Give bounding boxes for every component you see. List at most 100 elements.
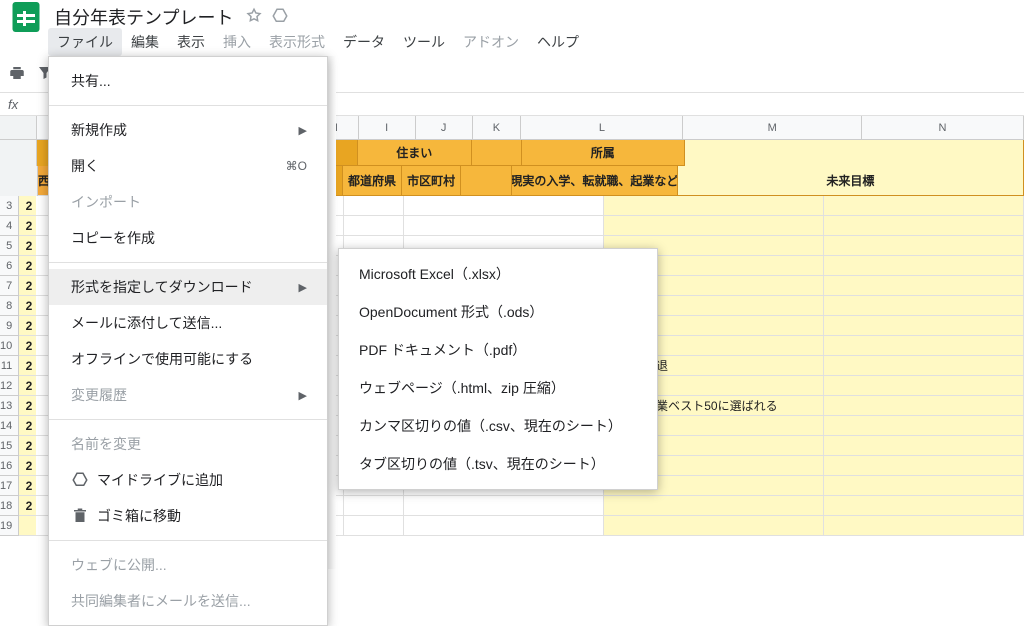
menu-insert[interactable]: 挿入	[214, 28, 260, 56]
cell[interactable]: 2	[19, 196, 36, 216]
menu-data[interactable]: データ	[334, 28, 394, 56]
cell[interactable]: 2	[19, 236, 36, 256]
cell[interactable]: 2	[19, 216, 36, 236]
row-head[interactable]: 18	[0, 496, 19, 516]
cell[interactable]	[404, 516, 604, 536]
cell[interactable]: 2	[19, 276, 36, 296]
menu-make-copy[interactable]: コピーを作成	[49, 220, 327, 256]
cell[interactable]: 2	[19, 356, 36, 376]
row-head[interactable]: 15	[0, 436, 19, 456]
cell[interactable]	[19, 516, 36, 536]
row-head[interactable]: 3	[0, 196, 19, 216]
cell[interactable]	[404, 196, 604, 216]
col-head-M[interactable]: M	[683, 116, 861, 139]
print-icon[interactable]	[8, 64, 26, 85]
cell[interactable]: 2	[19, 456, 36, 476]
download-pdf[interactable]: PDF ドキュメント（.pdf）	[339, 331, 657, 369]
menu-tools[interactable]: ツール	[394, 28, 454, 56]
cell[interactable]	[604, 516, 824, 536]
col-head-K[interactable]: K	[473, 116, 522, 139]
sheets-logo-icon[interactable]	[8, 0, 44, 35]
menu-addons[interactable]: アドオン	[454, 28, 528, 56]
menu-format[interactable]: 表示形式	[260, 28, 334, 56]
menu-add-to-drive[interactable]: マイドライブに追加	[49, 462, 327, 498]
menu-help[interactable]: ヘルプ	[528, 28, 588, 56]
cell[interactable]	[404, 216, 604, 236]
cell[interactable]: 2	[19, 316, 36, 336]
download-html[interactable]: ウェブページ（.html、zip 圧縮）	[339, 369, 657, 407]
cell[interactable]: 2	[19, 336, 36, 356]
cell[interactable]	[604, 196, 824, 216]
menu-view[interactable]: 表示	[168, 28, 214, 56]
row-head[interactable]: 5	[0, 236, 19, 256]
cell[interactable]	[824, 196, 1024, 216]
menu-import[interactable]: インポート	[49, 184, 327, 220]
menu-file[interactable]: ファイル	[48, 28, 122, 56]
menu-rename[interactable]: 名前を変更	[49, 426, 327, 462]
cell[interactable]	[824, 376, 1024, 396]
row-head[interactable]: 4	[0, 216, 19, 236]
menu-email-attachment[interactable]: メールに添付して送信...	[49, 305, 327, 341]
menu-version-history[interactable]: 変更履歴▶	[49, 377, 327, 413]
row-head[interactable]: 6	[0, 256, 19, 276]
row-head[interactable]: 16	[0, 456, 19, 476]
download-tsv[interactable]: タブ区切りの値（.tsv、現在のシート）	[339, 445, 657, 483]
cell[interactable]	[344, 196, 404, 216]
row-head[interactable]: 9	[0, 316, 19, 336]
cell[interactable]	[824, 396, 1024, 416]
menu-publish[interactable]: ウェブに公開...	[49, 547, 327, 583]
row-head[interactable]: 19	[0, 516, 19, 536]
cell[interactable]	[824, 356, 1024, 376]
cell[interactable]	[824, 256, 1024, 276]
download-xlsx[interactable]: Microsoft Excel（.xlsx）	[339, 255, 657, 293]
cell[interactable]	[824, 456, 1024, 476]
menu-new[interactable]: 新規作成▶	[49, 112, 327, 148]
download-csv[interactable]: カンマ区切りの値（.csv、現在のシート）	[339, 407, 657, 445]
cell[interactable]	[824, 416, 1024, 436]
cell[interactable]	[824, 476, 1024, 496]
col-head-L[interactable]: L	[521, 116, 683, 139]
menu-download-as[interactable]: 形式を指定してダウンロード▶	[49, 269, 327, 305]
col-head-J[interactable]: J	[416, 116, 473, 139]
row-head[interactable]: 7	[0, 276, 19, 296]
cell[interactable]: 2	[19, 436, 36, 456]
row-head[interactable]: 14	[0, 416, 19, 436]
cell[interactable]	[824, 436, 1024, 456]
cell[interactable]: 2	[19, 496, 36, 516]
row-head[interactable]: 12	[0, 376, 19, 396]
col-head-N[interactable]: N	[862, 116, 1024, 139]
cell[interactable]	[824, 496, 1024, 516]
select-all-corner[interactable]	[0, 116, 37, 139]
cell[interactable]	[824, 316, 1024, 336]
star-icon[interactable]	[245, 7, 263, 28]
cell[interactable]: 2	[19, 396, 36, 416]
cell[interactable]	[824, 336, 1024, 356]
row-head[interactable]: 10	[0, 336, 19, 356]
row-head[interactable]: 11	[0, 356, 19, 376]
menu-offline[interactable]: オフラインで使用可能にする	[49, 341, 327, 377]
cell[interactable]	[824, 276, 1024, 296]
menu-open[interactable]: 開く⌘O	[49, 148, 327, 184]
cell[interactable]	[344, 216, 404, 236]
row-head[interactable]: 17	[0, 476, 19, 496]
col-head-I[interactable]: I	[359, 116, 416, 139]
cell[interactable]	[404, 496, 604, 516]
cell[interactable]: 2	[19, 296, 36, 316]
menu-move-to-trash[interactable]: ゴミ箱に移動	[49, 498, 327, 534]
row-head[interactable]: 8	[0, 296, 19, 316]
cell[interactable]: 2	[19, 476, 36, 496]
cell[interactable]	[344, 516, 404, 536]
cell[interactable]	[824, 516, 1024, 536]
row-head[interactable]: 13	[0, 396, 19, 416]
menu-email-collab[interactable]: 共同編集者にメールを送信...	[49, 583, 327, 619]
cell[interactable]	[824, 296, 1024, 316]
menu-share[interactable]: 共有...	[49, 63, 327, 99]
cell[interactable]	[344, 496, 404, 516]
menu-edit[interactable]: 編集	[122, 28, 168, 56]
cell[interactable]: 2	[19, 416, 36, 436]
download-ods[interactable]: OpenDocument 形式（.ods）	[339, 293, 657, 331]
cell[interactable]	[824, 216, 1024, 236]
cell[interactable]	[604, 216, 824, 236]
cell[interactable]: 2	[19, 376, 36, 396]
cell[interactable]: 2	[19, 256, 36, 276]
